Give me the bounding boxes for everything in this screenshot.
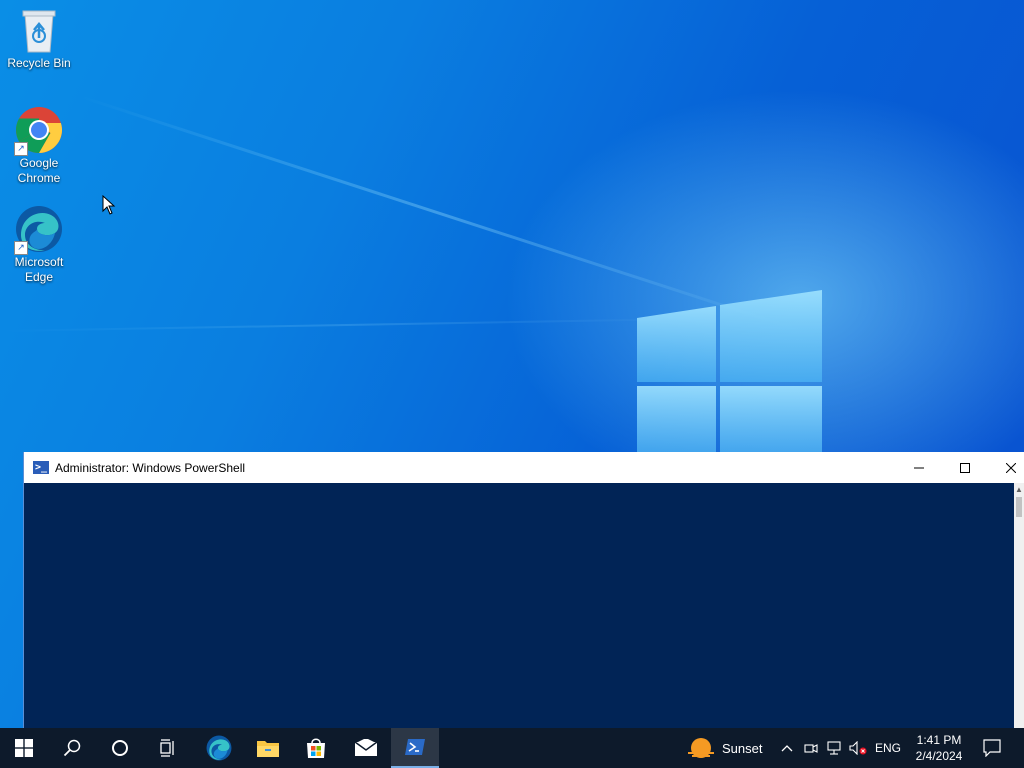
clock[interactable]: 1:41 PM 2/4/2024 bbox=[910, 728, 968, 768]
file-explorer-button[interactable] bbox=[244, 728, 292, 768]
sunset-icon bbox=[688, 738, 714, 758]
scroll-up-icon[interactable]: ▲ bbox=[1015, 485, 1023, 494]
close-button[interactable] bbox=[988, 452, 1024, 483]
shortcut-arrow-icon: ↗ bbox=[14, 142, 28, 156]
store-icon bbox=[307, 738, 325, 758]
console-area[interactable] bbox=[24, 483, 1014, 728]
window-title: Administrator: Windows PowerShell bbox=[55, 460, 246, 475]
desktop-icon-google-chrome[interactable]: ↗ Google Chrome bbox=[4, 106, 74, 186]
scrollbar-thumb[interactable] bbox=[1016, 497, 1022, 517]
desktop-icon-microsoft-edge[interactable]: ↗ Microsoft Edge bbox=[4, 205, 74, 285]
network-icon bbox=[827, 741, 841, 755]
folder-icon bbox=[257, 741, 279, 757]
chevron-up-icon bbox=[781, 745, 793, 752]
task-view-icon bbox=[160, 739, 174, 757]
language-label: ENG bbox=[874, 741, 901, 755]
clock-time: 1:41 PM bbox=[916, 733, 962, 747]
desktop[interactable]: Recycle Bin ↗ Google Chrome ↗ Microsoft … bbox=[0, 0, 1024, 768]
shortcut-arrow-icon: ↗ bbox=[14, 241, 28, 255]
powershell-taskbar-button[interactable] bbox=[391, 728, 439, 768]
weather-label: Sunset bbox=[722, 740, 763, 756]
edge-icon bbox=[206, 735, 232, 761]
start-button[interactable] bbox=[0, 728, 48, 768]
circle-icon bbox=[112, 740, 128, 756]
meet-now-button[interactable] bbox=[802, 728, 820, 768]
network-button[interactable] bbox=[825, 728, 845, 768]
powershell-icon bbox=[405, 739, 425, 755]
clock-date: 2/4/2024 bbox=[915, 749, 963, 763]
powershell-icon: >_ bbox=[33, 461, 49, 474]
recycle-bin-icon bbox=[22, 10, 56, 53]
volume-button[interactable] bbox=[848, 728, 868, 768]
desktop-icon-label: Recycle Bin bbox=[7, 56, 71, 70]
language-indicator[interactable]: ENG bbox=[872, 728, 904, 768]
window-titlebar[interactable]: >_ Administrator: Windows PowerShell bbox=[24, 452, 1024, 483]
weather-widget[interactable]: Sunset bbox=[688, 728, 768, 768]
windows-icon bbox=[15, 739, 33, 757]
minimize-button[interactable] bbox=[896, 452, 942, 483]
edge-label-text: Microsoft Edge bbox=[14, 255, 64, 284]
action-center-button[interactable] bbox=[974, 728, 1010, 768]
minimize-icon bbox=[914, 467, 924, 468]
vertical-scrollbar[interactable]: ▲ bbox=[1014, 483, 1024, 728]
desktop-icon-label: Microsoft Edge bbox=[15, 255, 64, 285]
maximize-icon bbox=[960, 462, 970, 473]
wallpaper-beam bbox=[0, 317, 700, 332]
mouse-cursor-icon bbox=[102, 195, 116, 215]
store-button[interactable] bbox=[292, 728, 340, 768]
close-icon bbox=[1006, 462, 1016, 473]
desktop-icon-label: Google Chrome bbox=[18, 156, 61, 186]
notification-icon bbox=[983, 739, 1001, 757]
desktop-icon-recycle-bin[interactable]: Recycle Bin bbox=[4, 8, 74, 71]
cortana-button[interactable] bbox=[96, 728, 144, 768]
search-icon bbox=[63, 739, 81, 757]
taskbar: Sunset ENG 1:41 PM 2/4/2024 bbox=[0, 728, 1024, 768]
task-view-button[interactable] bbox=[144, 728, 192, 768]
show-hidden-icons-button[interactable] bbox=[778, 728, 796, 768]
chrome-label-text: Google Chrome bbox=[17, 156, 61, 185]
speaker-muted-icon bbox=[849, 741, 867, 755]
mail-button[interactable] bbox=[342, 728, 390, 768]
maximize-button[interactable] bbox=[942, 452, 988, 483]
edge-taskbar-button[interactable] bbox=[195, 728, 243, 768]
camera-icon bbox=[804, 744, 818, 753]
search-button[interactable] bbox=[48, 728, 96, 768]
mail-icon bbox=[354, 739, 378, 756]
powershell-window[interactable]: >_ Administrator: Windows PowerShell ▲ bbox=[23, 452, 1024, 728]
windows-wallpaper-logo bbox=[637, 290, 822, 458]
